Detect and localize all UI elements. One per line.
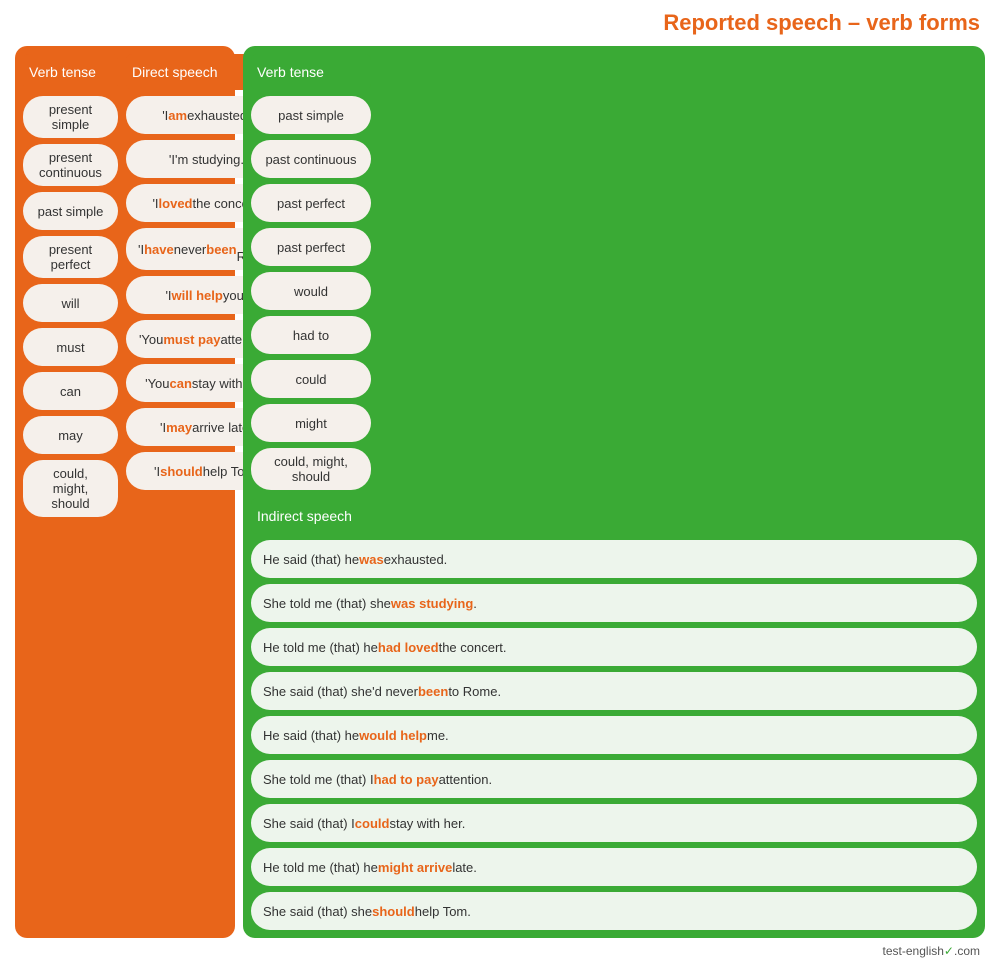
right-indirect-cell-1: She told me (that) she was studying. bbox=[251, 584, 977, 622]
right-indirect-cell-7: He told me (that) he might arrive late. bbox=[251, 848, 977, 886]
right-indirect-cell-0: He said (that) he was exhausted. bbox=[251, 540, 977, 578]
right-indirect-cell-6: She said (that) I could stay with her. bbox=[251, 804, 977, 842]
right-verb-col: Verb tense past simple past continuous p… bbox=[251, 54, 371, 490]
right-verb-cell-2: past perfect bbox=[251, 184, 371, 222]
footer: test-english✓.com bbox=[15, 944, 985, 958]
main-table: Verb tense present simple present contin… bbox=[15, 46, 985, 938]
left-panel: Verb tense present simple present contin… bbox=[15, 46, 235, 938]
left-verb-cell-2: past simple bbox=[23, 192, 118, 230]
right-verb-cell-8: could, might, should bbox=[251, 448, 371, 490]
left-verb-cell-1: present continuous bbox=[23, 144, 118, 186]
right-indirect-cell-5: She told me (that) I had to pay attentio… bbox=[251, 760, 977, 798]
left-verb-cell-7: may bbox=[23, 416, 118, 454]
left-verb-cell-5: must bbox=[23, 328, 118, 366]
right-indirect-header: Indirect speech bbox=[251, 498, 977, 534]
right-verb-cell-6: could bbox=[251, 360, 371, 398]
left-verb-cell-8: could, might, should bbox=[23, 460, 118, 517]
left-verb-cell-6: can bbox=[23, 372, 118, 410]
right-indirect-cell-4: He said (that) he would help me. bbox=[251, 716, 977, 754]
left-verb-cell-0: present simple bbox=[23, 96, 118, 138]
right-verb-cell-0: past simple bbox=[251, 96, 371, 134]
right-verb-cell-4: would bbox=[251, 272, 371, 310]
page-title: Reported speech – verb forms bbox=[15, 10, 985, 36]
right-verb-header: Verb tense bbox=[251, 54, 371, 90]
right-indirect-col: Indirect speech He said (that) he was ex… bbox=[251, 498, 977, 930]
right-indirect-cell-8: She said (that) she should help Tom. bbox=[251, 892, 977, 930]
right-verb-cell-3: past perfect bbox=[251, 228, 371, 266]
right-verb-cell-7: might bbox=[251, 404, 371, 442]
left-verb-cell-3: present perfect bbox=[23, 236, 118, 278]
left-verb-header: Verb tense bbox=[23, 54, 118, 90]
right-verb-cell-1: past continuous bbox=[251, 140, 371, 178]
left-header-row: Verb tense present simple present contin… bbox=[23, 54, 227, 517]
right-panel: Verb tense past simple past continuous p… bbox=[243, 46, 985, 938]
right-indirect-cell-3: She said (that) she'd never been to Rome… bbox=[251, 672, 977, 710]
right-indirect-cell-2: He told me (that) he had loved the conce… bbox=[251, 628, 977, 666]
left-verb-cell-4: will bbox=[23, 284, 118, 322]
left-verb-col: Verb tense present simple present contin… bbox=[23, 54, 118, 517]
right-verb-cell-5: had to bbox=[251, 316, 371, 354]
